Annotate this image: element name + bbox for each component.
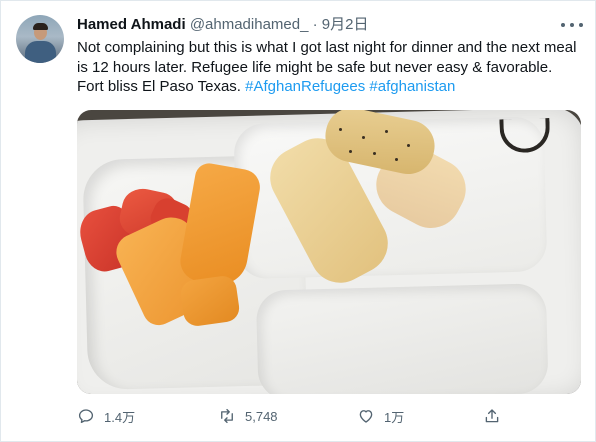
reply-icon (78, 409, 94, 424)
retweet-icon (221, 408, 233, 424)
avatar-hair (33, 23, 48, 30)
pepper-speck (362, 136, 365, 139)
pepper-speck (373, 152, 376, 155)
pepper-speck (407, 144, 410, 147)
tweet-date[interactable]: 9月2日 (322, 16, 369, 33)
tweet-header: Hamed Ahmadi @ahmadihamed_ · 9月2日 (77, 15, 368, 35)
tray-compartment-bottom (255, 283, 549, 394)
more-dot (570, 23, 574, 27)
cantaloupe-piece (179, 274, 241, 328)
tweet-actions: 1.4万 5,748 1万 (77, 404, 583, 428)
like-icon (359, 410, 373, 423)
pepper-speck (385, 130, 388, 133)
author-name[interactable]: Hamed Ahmadi (77, 16, 186, 33)
tweet-card[interactable]: Hamed Ahmadi @ahmadihamed_ · 9月2日 Not co… (0, 0, 596, 442)
hashtag-afghanistan[interactable]: #afghanistan (369, 78, 455, 95)
tweet-text: Not complaining but this is what I got l… (77, 38, 583, 97)
tweet-photo[interactable] (77, 110, 581, 394)
pepper-speck (349, 150, 352, 153)
more-options-icon[interactable] (561, 18, 583, 32)
reply-count: 1.4万 (104, 409, 136, 425)
reply-button[interactable]: 1.4万 (77, 404, 135, 428)
more-dot (561, 23, 565, 27)
header-separator: · (312, 16, 318, 33)
retweet-count: 5,748 (245, 408, 278, 424)
hashtag-afghanrefugees[interactable]: #AfghanRefugees (245, 78, 365, 95)
like-button[interactable]: 1万 (357, 404, 404, 428)
pepper-speck (339, 128, 342, 131)
share-button[interactable] (483, 404, 501, 428)
avatar-body (25, 41, 56, 63)
avatar[interactable] (16, 15, 64, 63)
share-icon (485, 409, 499, 423)
more-dot (579, 23, 583, 27)
pepper-speck (395, 158, 398, 161)
like-count: 1万 (384, 409, 405, 425)
retweet-button[interactable]: 5,748 (218, 404, 278, 428)
author-handle[interactable]: @ahmadihamed_ (190, 16, 309, 33)
